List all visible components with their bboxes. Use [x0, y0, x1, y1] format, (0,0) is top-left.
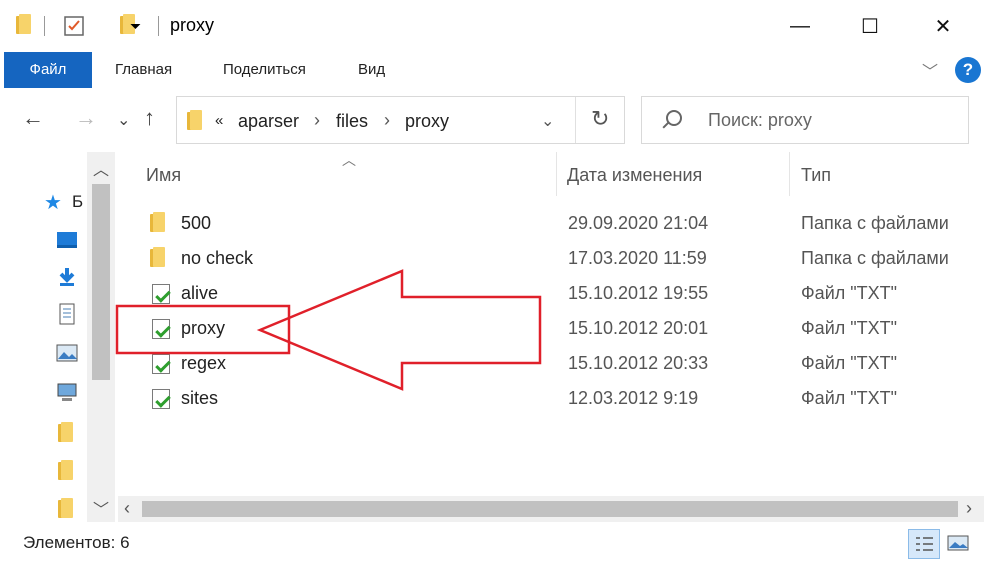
scrollbar-thumb[interactable] [92, 184, 110, 380]
tab-file[interactable]: Файл [4, 52, 92, 88]
file-type: Файл "TXT" [801, 353, 898, 373]
ribbon-tabs: Файл Главная Поделиться Вид ﹀ ? [0, 52, 991, 88]
expand-ribbon-icon[interactable]: ﹀ [922, 58, 938, 82]
file-date: 15.10.2012 20:33 [568, 353, 709, 373]
minimize-button[interactable]: — [770, 0, 830, 52]
up-button[interactable]: ↑ [144, 105, 155, 131]
quick-access-star-icon[interactable]: ★ [44, 190, 62, 215]
column-header-name[interactable]: Имя [146, 165, 181, 186]
column-header-date[interactable]: Дата изменения [567, 165, 702, 186]
documents-icon[interactable] [56, 303, 78, 325]
back-button[interactable]: ← [22, 105, 44, 131]
window-title: proxy [170, 15, 215, 35]
scrollbar-thumb[interactable] [142, 501, 958, 517]
file-name[interactable]: sites [181, 388, 218, 409]
text-file-icon [150, 352, 172, 376]
item-count: Элементов: 6 [23, 533, 130, 552]
large-icons-view-button[interactable] [943, 529, 975, 559]
tab-share[interactable]: Поделиться [223, 52, 306, 88]
maximize-button[interactable]: ☐ [840, 0, 900, 52]
folder-icon [16, 14, 32, 34]
file-row[interactable]: no check 17.03.2020 11:59 Папка с файлами [140, 242, 980, 276]
column-header-type[interactable]: Тип [801, 165, 831, 186]
file-name[interactable]: proxy [181, 318, 225, 339]
breadcrumb-overflow[interactable]: « [215, 112, 223, 129]
file-row[interactable]: proxy 15.10.2012 20:01 Файл "TXT" [140, 312, 980, 346]
scroll-down-icon[interactable]: ﹀ [93, 496, 109, 520]
vertical-scrollbar[interactable]: ︿ ﹀ [87, 152, 115, 522]
file-type: Папка с файлами [801, 248, 949, 268]
breadcrumb-aparser[interactable]: aparser [238, 111, 299, 132]
file-row[interactable]: regex 15.10.2012 20:33 Файл "TXT" [140, 347, 980, 381]
sort-ascending-icon: ︿ [342, 152, 356, 168]
scroll-right-icon[interactable]: › [966, 498, 972, 519]
file-name[interactable]: no check [181, 248, 253, 269]
tab-home[interactable]: Главная [115, 52, 172, 88]
tab-view[interactable]: Вид [358, 52, 385, 88]
text-file-icon [150, 387, 172, 411]
forward-button[interactable]: → [75, 105, 97, 131]
pictures-icon[interactable] [56, 342, 78, 364]
search-placeholder: Поиск: proxy [708, 110, 812, 130]
navigation-bar: ← → ⌄ ↑ « aparser › files › proxy ⌄ ↻ По… [0, 88, 991, 152]
file-date: 15.10.2012 19:55 [568, 283, 709, 303]
breadcrumb-proxy[interactable]: proxy [405, 111, 449, 132]
divider [44, 16, 45, 36]
customize-toolbar-icon[interactable]: ⏷ [130, 18, 141, 44]
folder-icon [150, 212, 172, 236]
folder-icon[interactable] [58, 460, 80, 482]
title-bar: ⏷ proxy — ☐ ✕ [0, 0, 991, 52]
file-name[interactable]: alive [181, 283, 218, 304]
chevron-down-icon[interactable]: ⌄ [541, 111, 554, 131]
column-divider[interactable] [556, 152, 557, 196]
folder-icon[interactable] [58, 498, 80, 520]
file-name[interactable]: regex [181, 353, 226, 374]
chevron-right-icon[interactable]: › [314, 110, 320, 131]
refresh-button[interactable]: ↻ [591, 106, 609, 132]
downloads-icon[interactable] [56, 266, 78, 288]
folder-icon[interactable] [58, 422, 80, 444]
this-pc-icon[interactable] [56, 381, 78, 403]
properties-icon[interactable] [62, 14, 86, 38]
text-file-icon [150, 317, 172, 341]
file-type: Папка с файлами [801, 213, 949, 233]
recent-locations-button[interactable]: ⌄ [117, 110, 130, 130]
chevron-right-icon[interactable]: › [384, 110, 390, 131]
file-date: 29.09.2020 21:04 [568, 213, 709, 233]
help-button[interactable]: ? [955, 57, 981, 83]
search-box[interactable]: Поиск: proxy [641, 96, 969, 144]
file-row[interactable]: sites 12.03.2012 9:19 Файл "TXT" [140, 382, 980, 416]
folder-icon [150, 247, 172, 271]
file-date: 12.03.2012 9:19 [568, 388, 699, 408]
quick-access-label[interactable]: Б [72, 192, 83, 212]
folder-icon [187, 110, 203, 130]
file-name[interactable]: 500 [181, 213, 211, 234]
details-view-button[interactable] [908, 529, 940, 559]
search-icon [666, 110, 682, 126]
file-row[interactable]: 500 29.09.2020 21:04 Папка с файлами [140, 207, 980, 241]
file-type: Файл "TXT" [801, 388, 898, 408]
divider [158, 16, 159, 36]
address-bar[interactable]: « aparser › files › proxy ⌄ ↻ [176, 96, 625, 144]
text-file-icon [150, 282, 172, 306]
close-button[interactable]: ✕ [913, 0, 973, 52]
status-bar: Элементов: 6 [0, 522, 991, 565]
divider [575, 97, 576, 143]
file-type: Файл "TXT" [801, 318, 898, 338]
column-divider[interactable] [789, 152, 790, 196]
file-date: 17.03.2020 11:59 [568, 248, 707, 268]
desktop-icon[interactable] [56, 229, 78, 251]
file-type: Файл "TXT" [801, 283, 898, 303]
horizontal-scrollbar[interactable]: ‹ › [118, 496, 984, 522]
navigation-pane: ★ Б ︿ ﹀ [0, 152, 117, 522]
file-date: 15.10.2012 20:01 [568, 318, 709, 338]
file-row[interactable]: alive 15.10.2012 19:55 Файл "TXT" [140, 277, 980, 311]
breadcrumb-files[interactable]: files [336, 111, 368, 132]
scroll-left-icon[interactable]: ‹ [124, 498, 130, 519]
scroll-up-icon[interactable]: ︿ [93, 156, 109, 180]
